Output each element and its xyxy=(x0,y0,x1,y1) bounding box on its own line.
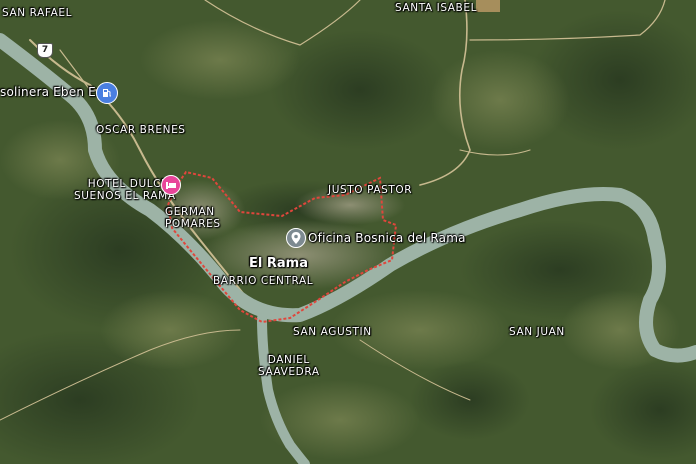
satellite-map[interactable]: SAN RAFAEL SANTA ISABEL 7 solinera Eben … xyxy=(0,0,696,464)
label-san-juan: SAN JUAN xyxy=(509,326,565,338)
german-pomares-line2: POMARES xyxy=(165,218,221,230)
label-san-agustin: SAN AGUSTIN xyxy=(293,326,372,338)
daniel-saavedra-line1: DANIEL xyxy=(267,354,310,366)
route-7-shield: 7 xyxy=(37,43,53,58)
hotel-bed-icon[interactable] xyxy=(161,175,181,195)
bed-icon xyxy=(166,182,176,189)
map-marker-icon xyxy=(291,232,301,244)
label-oficina-bosnica[interactable]: Oficina Bosnica del Rama xyxy=(308,232,466,244)
label-san-rafael: SAN RAFAEL xyxy=(2,7,73,19)
hotel-name-line2: SUENOS EL RAMA xyxy=(74,190,176,202)
fuel-pump-icon xyxy=(103,89,111,97)
label-el-rama: El Rama xyxy=(249,256,308,271)
label-justo-pastor: JUSTO PASTOR xyxy=(328,184,413,196)
gas-station-icon[interactable] xyxy=(96,82,118,104)
label-oscar-brenes: OSCAR BRENES xyxy=(96,124,186,136)
location-pin-icon[interactable] xyxy=(286,228,306,248)
daniel-saavedra-line2: SAAVEDRA xyxy=(258,366,320,378)
label-daniel-saavedra: DANIEL SAAVEDRA xyxy=(258,354,320,378)
label-german-pomares: GERMAN POMARES xyxy=(165,206,221,230)
german-pomares-line1: GERMAN xyxy=(165,206,215,218)
label-barrio-central: BARRIO CENTRAL xyxy=(213,275,314,287)
label-santa-isabel: SANTA ISABEL xyxy=(395,2,478,14)
